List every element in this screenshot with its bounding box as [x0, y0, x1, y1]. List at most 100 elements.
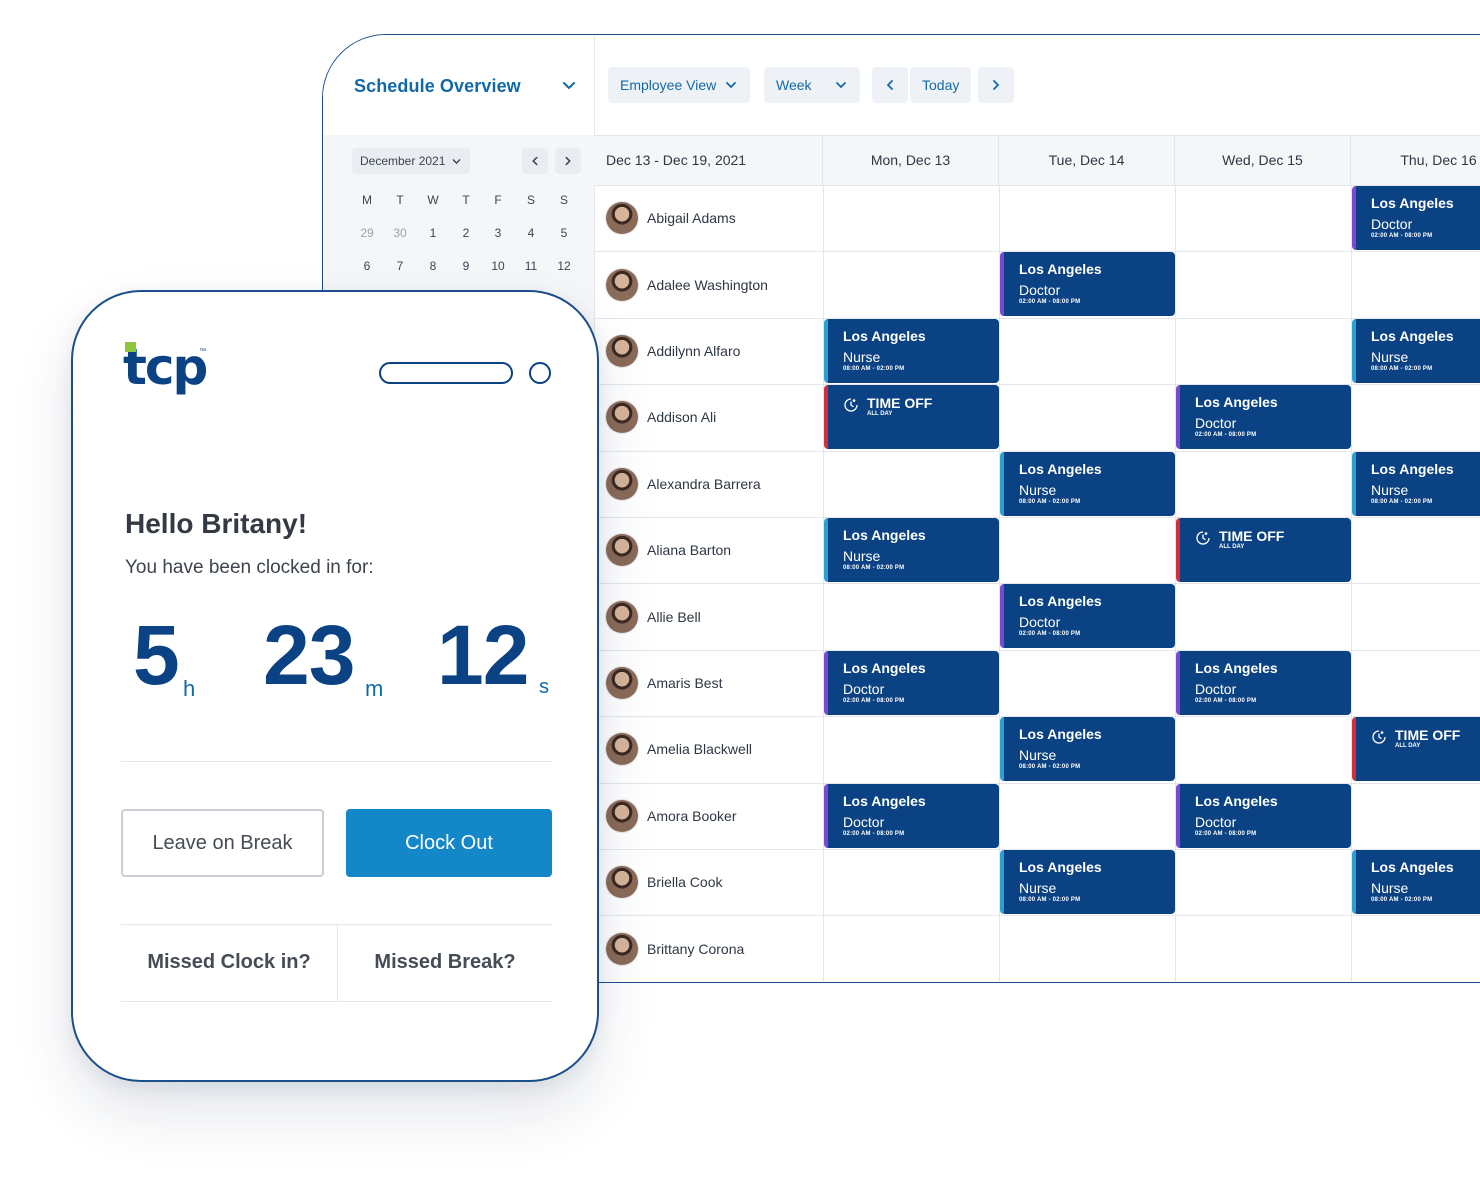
- shift-block[interactable]: Los Angeles Nurse 08:00 AM - 02:00 PM: [1000, 850, 1175, 914]
- shift-block[interactable]: Los Angeles Nurse 08:00 AM - 02:00 PM: [1352, 452, 1480, 516]
- seconds-unit: s: [539, 676, 549, 698]
- employee-row-header[interactable]: Aliana Barton: [606, 533, 731, 567]
- shift-role: Doctor: [1195, 681, 1237, 697]
- avatar: [606, 335, 638, 367]
- shift-block[interactable]: Los Angeles Doctor 02:00 AM - 08:00 PM: [1176, 385, 1351, 449]
- calendar-day[interactable]: 1: [420, 226, 446, 240]
- calendar-day[interactable]: 11: [518, 259, 544, 273]
- shift-block[interactable]: Los Angeles Nurse 08:00 AM - 02:00 PM: [824, 319, 999, 383]
- shift-location: Los Angeles: [1019, 859, 1102, 875]
- shift-location: Los Angeles: [1195, 793, 1278, 809]
- calendar-day[interactable]: 6: [354, 259, 380, 273]
- employee-row-header[interactable]: Abigail Adams: [606, 201, 736, 235]
- leave-on-break-button[interactable]: Leave on Break: [121, 809, 324, 877]
- calendar-day[interactable]: 3: [485, 226, 511, 240]
- day-header-mon: Mon, Dec 13: [823, 136, 999, 185]
- shift-location: Los Angeles: [1019, 261, 1102, 277]
- day-header-wed: Wed, Dec 15: [1175, 136, 1351, 185]
- shift-block[interactable]: Los Angeles Doctor 02:00 AM - 08:00 PM: [1000, 252, 1175, 316]
- avatar: [606, 534, 638, 566]
- calendar-day[interactable]: 29: [354, 226, 380, 240]
- shift-time: 08:00 AM - 02:00 PM: [843, 366, 905, 372]
- shift-block[interactable]: Los Angeles Doctor 02:00 AM - 08:00 PM: [1176, 784, 1351, 848]
- time-off-block[interactable]: TIME OFF ALL DAY: [824, 385, 999, 449]
- employee-row-header[interactable]: Adalee Washington: [606, 268, 768, 302]
- employee-row-header[interactable]: Brittany Corona: [606, 932, 744, 966]
- shift-time: 02:00 AM - 08:00 PM: [1371, 233, 1433, 239]
- employee-row-header[interactable]: Alexandra Barrera: [606, 467, 761, 501]
- avatar: [606, 733, 638, 765]
- calendar-day[interactable]: 30: [387, 226, 413, 240]
- divider: [121, 761, 553, 762]
- missed-break-link[interactable]: Missed Break?: [337, 924, 553, 1001]
- shift-block[interactable]: Los Angeles Doctor 02:00 AM - 08:00 PM: [1000, 584, 1175, 648]
- shift-time: 08:00 AM - 02:00 PM: [1019, 764, 1081, 770]
- clock-out-button[interactable]: Clock Out: [346, 809, 552, 877]
- shift-location: Los Angeles: [843, 328, 926, 344]
- minutes-unit: m: [365, 676, 384, 701]
- shift-block[interactable]: Los Angeles Nurse 08:00 AM - 02:00 PM: [1000, 717, 1175, 781]
- shift-location: Los Angeles: [843, 527, 926, 543]
- next-week-button[interactable]: [978, 67, 1014, 103]
- range-dropdown[interactable]: Week: [764, 67, 860, 103]
- calendar-day[interactable]: 4: [518, 226, 544, 240]
- prev-week-button[interactable]: [872, 67, 908, 103]
- employee-name: Addison Ali: [647, 409, 717, 425]
- mini-cal-next-button[interactable]: [555, 148, 581, 174]
- employee-view-dropdown[interactable]: Employee View: [608, 67, 751, 103]
- calendar-day[interactable]: 8: [420, 259, 446, 273]
- calendar-day[interactable]: 7: [387, 259, 413, 273]
- time-off-block[interactable]: TIME OFF ALL DAY: [1352, 717, 1480, 781]
- calendar-day[interactable]: 12: [551, 259, 577, 273]
- employee-row-header[interactable]: Briella Cook: [606, 865, 722, 899]
- divider: [121, 1001, 553, 1002]
- hours-value: 5: [133, 608, 180, 702]
- shift-block[interactable]: Los Angeles Nurse 08:00 AM - 02:00 PM: [1352, 850, 1480, 914]
- today-button[interactable]: Today: [910, 67, 972, 103]
- weekday-label: W: [427, 193, 439, 207]
- shift-block[interactable]: Los Angeles Nurse 08:00 AM - 02:00 PM: [824, 518, 999, 582]
- avatar: [606, 601, 638, 633]
- employee-row-header[interactable]: Allie Bell: [606, 600, 701, 634]
- employee-row-header[interactable]: Amelia Blackwell: [606, 732, 752, 766]
- shift-block[interactable]: Los Angeles Doctor 02:00 AM - 08:00 PM: [824, 784, 999, 848]
- missed-clock-in-link[interactable]: Missed Clock in?: [121, 924, 337, 1001]
- chevron-down-icon[interactable]: [559, 75, 579, 95]
- week-header: Dec 13 - Dec 19, 2021 Mon, Dec 13 Tue, D…: [594, 136, 1480, 186]
- shift-block[interactable]: Los Angeles Doctor 02:00 AM - 08:00 PM: [1176, 651, 1351, 715]
- employee-row-header[interactable]: Addilynn Alfaro: [606, 334, 740, 368]
- employee-row-header[interactable]: Amaris Best: [606, 666, 722, 700]
- shift-role: Doctor: [1371, 216, 1413, 232]
- shift-block[interactable]: Los Angeles Nurse 08:00 AM - 02:00 PM: [1352, 319, 1480, 383]
- shift-location: Los Angeles: [1019, 461, 1102, 477]
- schedule-title[interactable]: Schedule Overview: [354, 76, 521, 97]
- today-label: Today: [922, 77, 960, 93]
- calendar-day[interactable]: 10: [485, 259, 511, 273]
- calendar-day[interactable]: 5: [551, 226, 577, 240]
- shift-block[interactable]: Los Angeles Doctor 02:00 AM - 08:00 PM: [1352, 186, 1480, 250]
- chevron-down-icon: [836, 82, 846, 89]
- shift-block[interactable]: Los Angeles Nurse 08:00 AM - 02:00 PM: [1000, 452, 1175, 516]
- calendar-day[interactable]: 9: [453, 259, 479, 273]
- weekday-label: S: [526, 193, 535, 207]
- phone-speaker: [379, 362, 513, 384]
- avatar: [606, 667, 638, 699]
- logo-accent: [125, 342, 136, 352]
- schedule-header: Schedule Overview: [323, 35, 595, 135]
- month-dropdown[interactable]: December 2021: [352, 148, 471, 174]
- shift-time: 02:00 AM - 08:00 PM: [843, 831, 905, 837]
- avatar: [606, 269, 638, 301]
- time-off-label: TIME OFF: [867, 395, 933, 411]
- calendar-day[interactable]: 2: [453, 226, 479, 240]
- shift-time: 08:00 AM - 02:00 PM: [1371, 499, 1433, 505]
- shift-time: 02:00 AM - 08:00 PM: [1195, 698, 1257, 704]
- employee-row-header[interactable]: Addison Ali: [606, 400, 716, 434]
- mini-cal-prev-button[interactable]: [522, 148, 548, 174]
- shift-role: Doctor: [1195, 814, 1237, 830]
- shift-location: Los Angeles: [1371, 859, 1454, 875]
- employee-name: Brittany Corona: [647, 941, 745, 957]
- employee-row-header[interactable]: Amora Booker: [606, 799, 736, 833]
- shift-role: Doctor: [1195, 415, 1237, 431]
- time-off-block[interactable]: TIME OFF ALL DAY: [1176, 518, 1351, 582]
- shift-block[interactable]: Los Angeles Doctor 02:00 AM - 08:00 PM: [824, 651, 999, 715]
